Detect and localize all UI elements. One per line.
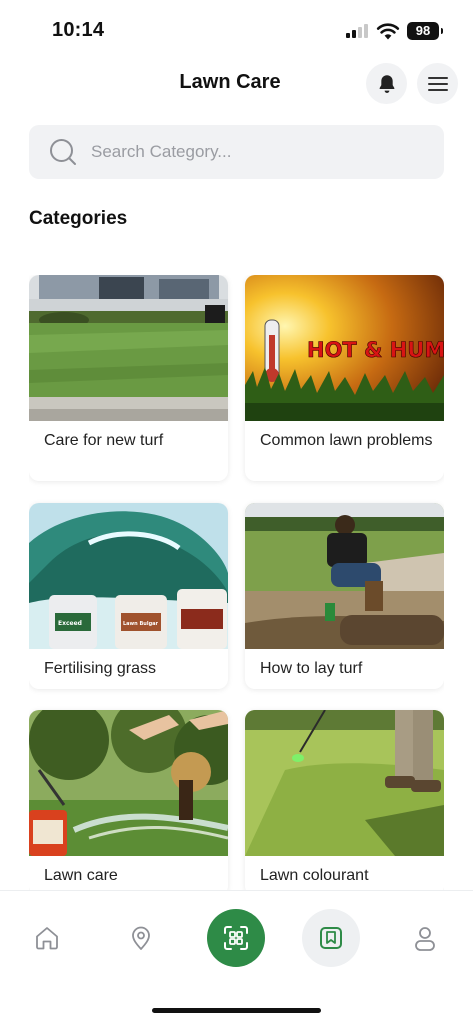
category-label: Fertilising grass [44, 660, 157, 677]
search-input[interactable] [91, 125, 431, 179]
category-card-fertilising[interactable]: Exceed Lawn Bulgar Fertilising grass [29, 503, 228, 689]
bookmark-icon [320, 927, 342, 949]
wifi-icon [376, 23, 400, 40]
category-label: How to lay turf [260, 660, 363, 677]
signal-icon [346, 24, 370, 38]
tab-scan[interactable] [207, 909, 265, 967]
hot-humid-photo: HOT & HUMID? [245, 275, 444, 421]
profile-icon [415, 927, 435, 951]
home-icon [36, 927, 58, 950]
bottom-tab-bar [0, 890, 473, 1024]
categories-grid: Care for new turf HOT & HUMID? [29, 275, 444, 890]
battery-icon: 98 [407, 22, 443, 40]
category-label: Care for new turf [44, 432, 164, 449]
status-bar: 10:14 98 [0, 0, 473, 60]
category-label: Common lawn problems [260, 432, 433, 449]
scan-icon [224, 926, 248, 950]
notifications-button[interactable] [366, 63, 407, 104]
search-bar[interactable] [29, 125, 444, 179]
fertiliser-wave-photo: Exceed Lawn Bulgar [29, 503, 228, 649]
tab-profile[interactable] [396, 909, 454, 967]
lawn-spraying-photo [29, 710, 228, 856]
category-card-lay-turf[interactable]: How to lay turf [245, 503, 444, 689]
laying-turf-photo [245, 503, 444, 649]
hot-humid-image-text: HOT & HUMID? [307, 338, 444, 362]
search-icon [50, 139, 76, 165]
tab-location[interactable] [112, 909, 170, 967]
tab-home[interactable] [18, 909, 76, 967]
tab-saved[interactable] [302, 909, 360, 967]
new-turf-photo [29, 275, 228, 421]
category-label: Lawn care [44, 867, 118, 884]
category-card-lawn-care[interactable]: Lawn care [29, 710, 228, 890]
categories-heading: Categories [29, 208, 128, 229]
app-header: Lawn Care [0, 60, 473, 106]
home-indicator [152, 1008, 321, 1013]
bottle-label-lawn-bulgar: Lawn Bulgar [123, 621, 159, 627]
bottle-label-exceed: Exceed [58, 620, 82, 627]
menu-button[interactable] [417, 63, 458, 104]
location-pin-icon [132, 926, 150, 950]
category-card-lawn-problems[interactable]: HOT & HUMID? Common lawn problems [245, 275, 444, 481]
hamburger-menu-icon [427, 76, 448, 91]
status-time: 10:14 [52, 19, 105, 41]
category-card-new-turf[interactable]: Care for new turf [29, 275, 228, 481]
category-label: Lawn colourant [260, 867, 369, 884]
bell-icon [379, 74, 394, 93]
colourant-spraying-photo [245, 710, 444, 856]
category-card-lawn-colourant[interactable]: Lawn colourant [245, 710, 444, 890]
